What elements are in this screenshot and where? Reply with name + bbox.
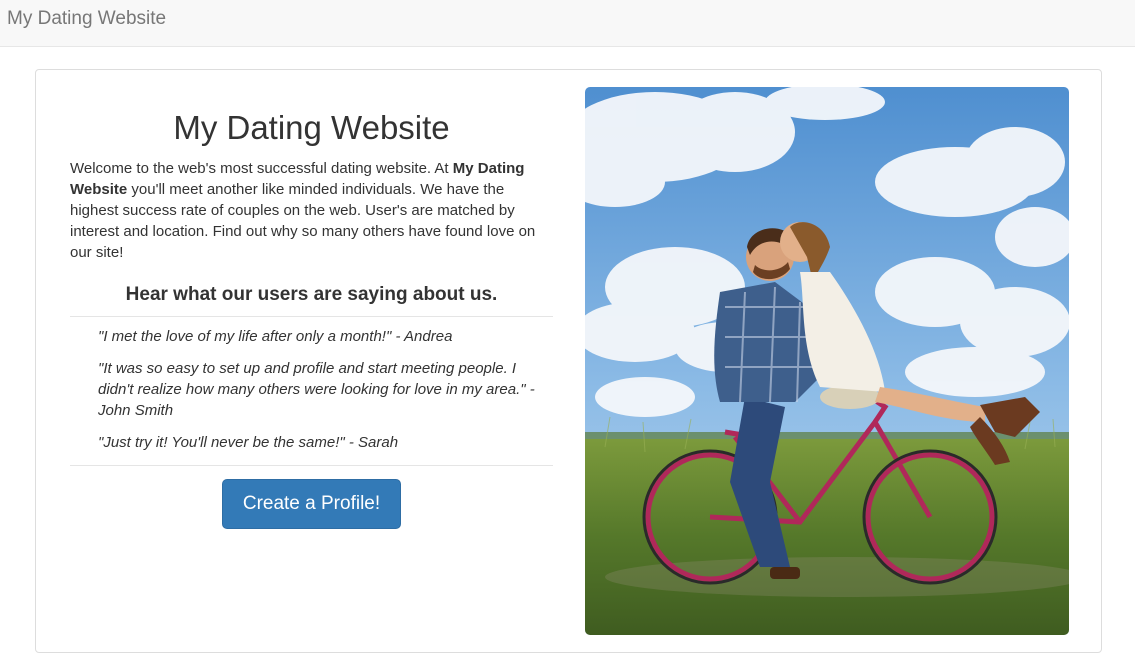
testimonial-sarah: "Just try it! You'll never be the same!"… — [98, 434, 399, 451]
intro-text-part1: Welcome to the web's most successful dat… — [70, 160, 453, 177]
couple-on-bicycle-photo — [585, 87, 1069, 635]
page-title: My Dating Website — [173, 109, 450, 146]
content-column: My Dating Website Welcome to the web's m… — [70, 70, 553, 529]
testimonial-john-smith: "It was so easy to set up and profile an… — [98, 360, 535, 419]
testimonials-list: "I met the love of my life after only a … — [70, 316, 553, 466]
navbar-brand-link[interactable]: My Dating Website — [7, 8, 166, 30]
cta-wrapper: Create a Profile! — [70, 479, 553, 529]
intro-text: Welcome to the web's most successful dat… — [70, 158, 553, 263]
create-profile-button[interactable]: Create a Profile! — [222, 479, 401, 529]
navbar: My Dating Website — [0, 0, 1135, 47]
couple-photo-illustration — [585, 87, 1069, 635]
intro-text-part2: you'll meet another like minded individu… — [70, 181, 536, 261]
main-panel: My Dating Website Welcome to the web's m… — [35, 69, 1102, 653]
testimonial-andrea: "I met the love of my life after only a … — [98, 328, 453, 345]
testimonials-heading: Hear what our users are saying about us. — [125, 284, 498, 305]
